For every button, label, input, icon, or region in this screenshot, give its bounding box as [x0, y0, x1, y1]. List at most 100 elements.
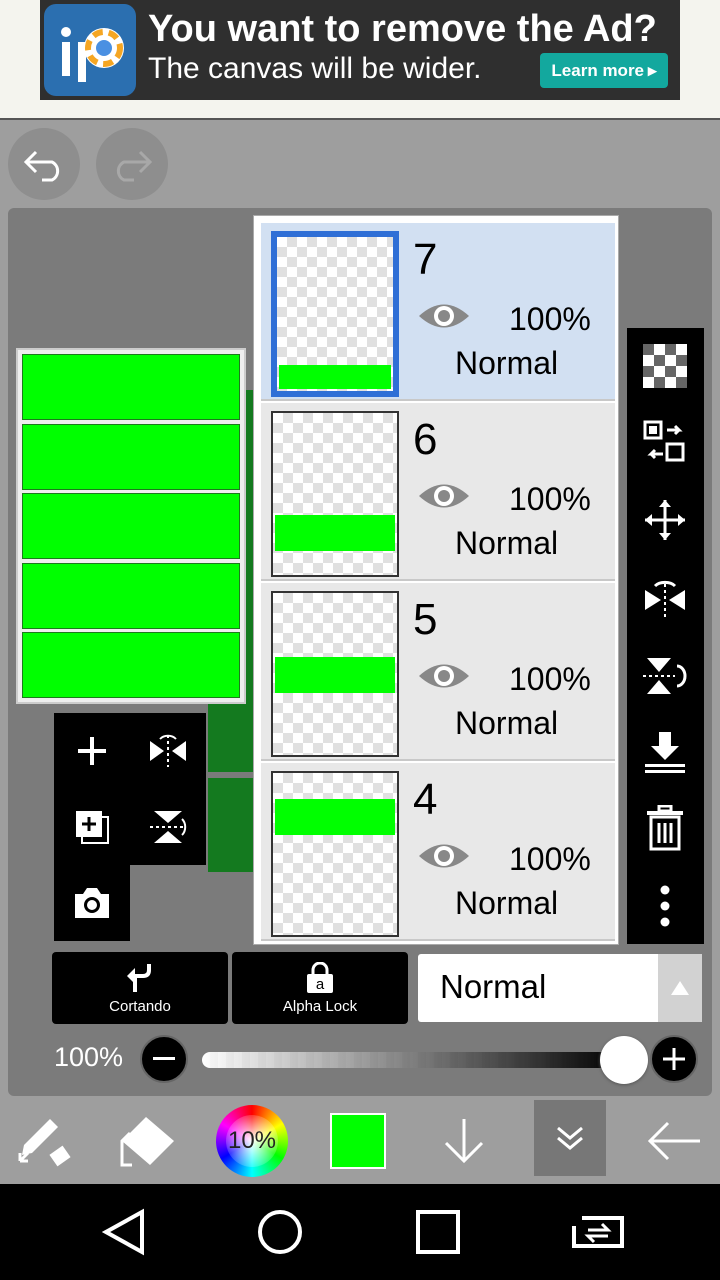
- merge-down-icon: [645, 732, 685, 773]
- canvas-preview[interactable]: [16, 348, 246, 704]
- layer-item[interactable]: 7 100% Normal: [261, 223, 615, 401]
- opacity-label: 100%: [54, 1042, 124, 1072]
- alpha-lock-button[interactable]: a Alpha Lock: [232, 952, 408, 1024]
- canvas-strip: [208, 778, 254, 872]
- layer-list: 7 100% Normal 6 100% Normal 5 100% Norma…: [254, 216, 618, 944]
- brush-size-label: 10%: [226, 1115, 278, 1167]
- more-options-button[interactable]: [639, 880, 691, 932]
- screen-switch-icon: [572, 1216, 624, 1248]
- green-bar: [22, 562, 240, 629]
- add-layer-button[interactable]: [54, 713, 130, 789]
- swap-icon: [643, 420, 685, 462]
- eraser-tool-button[interactable]: [108, 1098, 188, 1184]
- triangle-up-icon: [671, 981, 689, 995]
- opacity-increase-button[interactable]: [650, 1035, 698, 1083]
- more-vertical-icon: [660, 885, 670, 927]
- alpha-lock-label: Alpha Lock: [282, 997, 358, 1015]
- nav-recents-button[interactable]: [406, 1204, 470, 1260]
- flip-horizontal-button[interactable]: [639, 572, 691, 624]
- arrow-down-icon: [444, 1119, 484, 1164]
- layer-opacity: 100%: [509, 841, 591, 877]
- canvas-strip: [208, 700, 254, 772]
- layer-thumbnail: [271, 591, 399, 757]
- clipping-label: Cortando: [109, 997, 171, 1015]
- undo-button[interactable]: [8, 128, 80, 200]
- layer-item[interactable]: 5 100% Normal: [261, 583, 615, 761]
- layer-blend-mode: Normal: [455, 525, 559, 561]
- nav-switch-button[interactable]: [564, 1204, 632, 1260]
- swap-layer-button[interactable]: [639, 416, 691, 468]
- plus-icon: [78, 737, 106, 765]
- caret-right-icon: ▸: [648, 60, 657, 80]
- layer-blend-mode: Normal: [455, 705, 559, 741]
- eye-icon[interactable]: [417, 657, 471, 695]
- alpha-lock-icon: a: [307, 961, 333, 993]
- ad-banner-area: You want to remove the Ad? The canvas wi…: [0, 0, 720, 118]
- learn-more-button[interactable]: Learn more ▸: [540, 53, 668, 88]
- camera-icon: [75, 888, 109, 918]
- transparent-button[interactable]: [639, 340, 691, 392]
- ad-title: You want to remove the Ad?: [148, 8, 657, 50]
- eye-icon[interactable]: [417, 837, 471, 875]
- opacity-slider-knob[interactable]: [600, 1036, 648, 1084]
- arrow-down-button[interactable]: [428, 1098, 500, 1184]
- selection-tool-button[interactable]: [8, 1098, 80, 1184]
- layer-thumbnail: [271, 411, 399, 577]
- flip-horizontal-button[interactable]: [130, 713, 206, 789]
- eye-icon[interactable]: [417, 297, 471, 335]
- flip-vertical-button[interactable]: [130, 789, 206, 865]
- opacity-decrease-button[interactable]: [140, 1035, 188, 1083]
- undo-icon: [23, 150, 60, 182]
- ad-subtitle: The canvas will be wider.: [148, 52, 482, 85]
- system-nav-bar: [0, 1184, 720, 1280]
- eye-icon[interactable]: [417, 477, 471, 515]
- plus-icon: [663, 1048, 685, 1070]
- flip-vertical-icon: [643, 658, 687, 694]
- layer-tools: [54, 713, 208, 943]
- color-wheel-icon: 10%: [216, 1105, 288, 1177]
- opacity-slider-track[interactable]: [202, 1052, 622, 1068]
- svg-text:a: a: [316, 976, 325, 993]
- nav-home-button[interactable]: [248, 1204, 312, 1260]
- layer-blend-mode: Normal: [455, 885, 559, 921]
- brush-size-button[interactable]: 10%: [214, 1098, 290, 1184]
- nav-back-button[interactable]: [92, 1204, 156, 1260]
- clipping-button[interactable]: Cortando: [52, 952, 228, 1024]
- camera-button[interactable]: [54, 865, 130, 941]
- merge-down-button[interactable]: [639, 726, 691, 778]
- layer-thumbnail: [271, 771, 399, 937]
- circle-home-icon: [258, 1210, 302, 1254]
- delete-layer-button[interactable]: [639, 802, 691, 854]
- move-icon: [645, 500, 685, 540]
- green-bar: [22, 493, 240, 559]
- flip-horizontal-icon: [150, 734, 186, 767]
- flip-vertical-button[interactable]: [639, 650, 691, 702]
- move-button[interactable]: [639, 494, 691, 546]
- layer-item[interactable]: 4 100% Normal: [261, 763, 615, 941]
- redo-icon: [116, 150, 153, 182]
- eraser-icon: [120, 1117, 174, 1167]
- transform-tools-icon: [18, 1119, 71, 1167]
- add-copy-layer-button[interactable]: [54, 789, 130, 865]
- arrow-left-icon: [647, 1121, 700, 1161]
- layers-button[interactable]: [534, 1100, 606, 1176]
- layer-opacity: 100%: [509, 661, 591, 697]
- square-recents-icon: [416, 1210, 460, 1254]
- triangle-back-icon: [102, 1208, 144, 1256]
- bottom-toolbar: 10%: [0, 1098, 720, 1184]
- layer-name: 5: [413, 595, 438, 644]
- back-button[interactable]: [634, 1098, 714, 1184]
- primary-color-button[interactable]: [326, 1098, 390, 1184]
- blend-mode-select[interactable]: Normal: [418, 954, 702, 1022]
- redo-button[interactable]: [96, 128, 168, 200]
- add-copy-icon: [76, 811, 109, 844]
- learn-more-label: Learn more: [551, 60, 645, 80]
- blend-mode-arrow[interactable]: [658, 954, 702, 1022]
- layer-item[interactable]: 6 100% Normal: [261, 403, 615, 581]
- blend-mode-value: Normal: [440, 968, 547, 1005]
- green-bar: [22, 423, 240, 490]
- green-bar: [22, 354, 240, 420]
- trash-icon: [647, 805, 683, 851]
- ad-banner[interactable]: You want to remove the Ad? The canvas wi…: [40, 0, 680, 100]
- layer-name: 4: [413, 775, 438, 824]
